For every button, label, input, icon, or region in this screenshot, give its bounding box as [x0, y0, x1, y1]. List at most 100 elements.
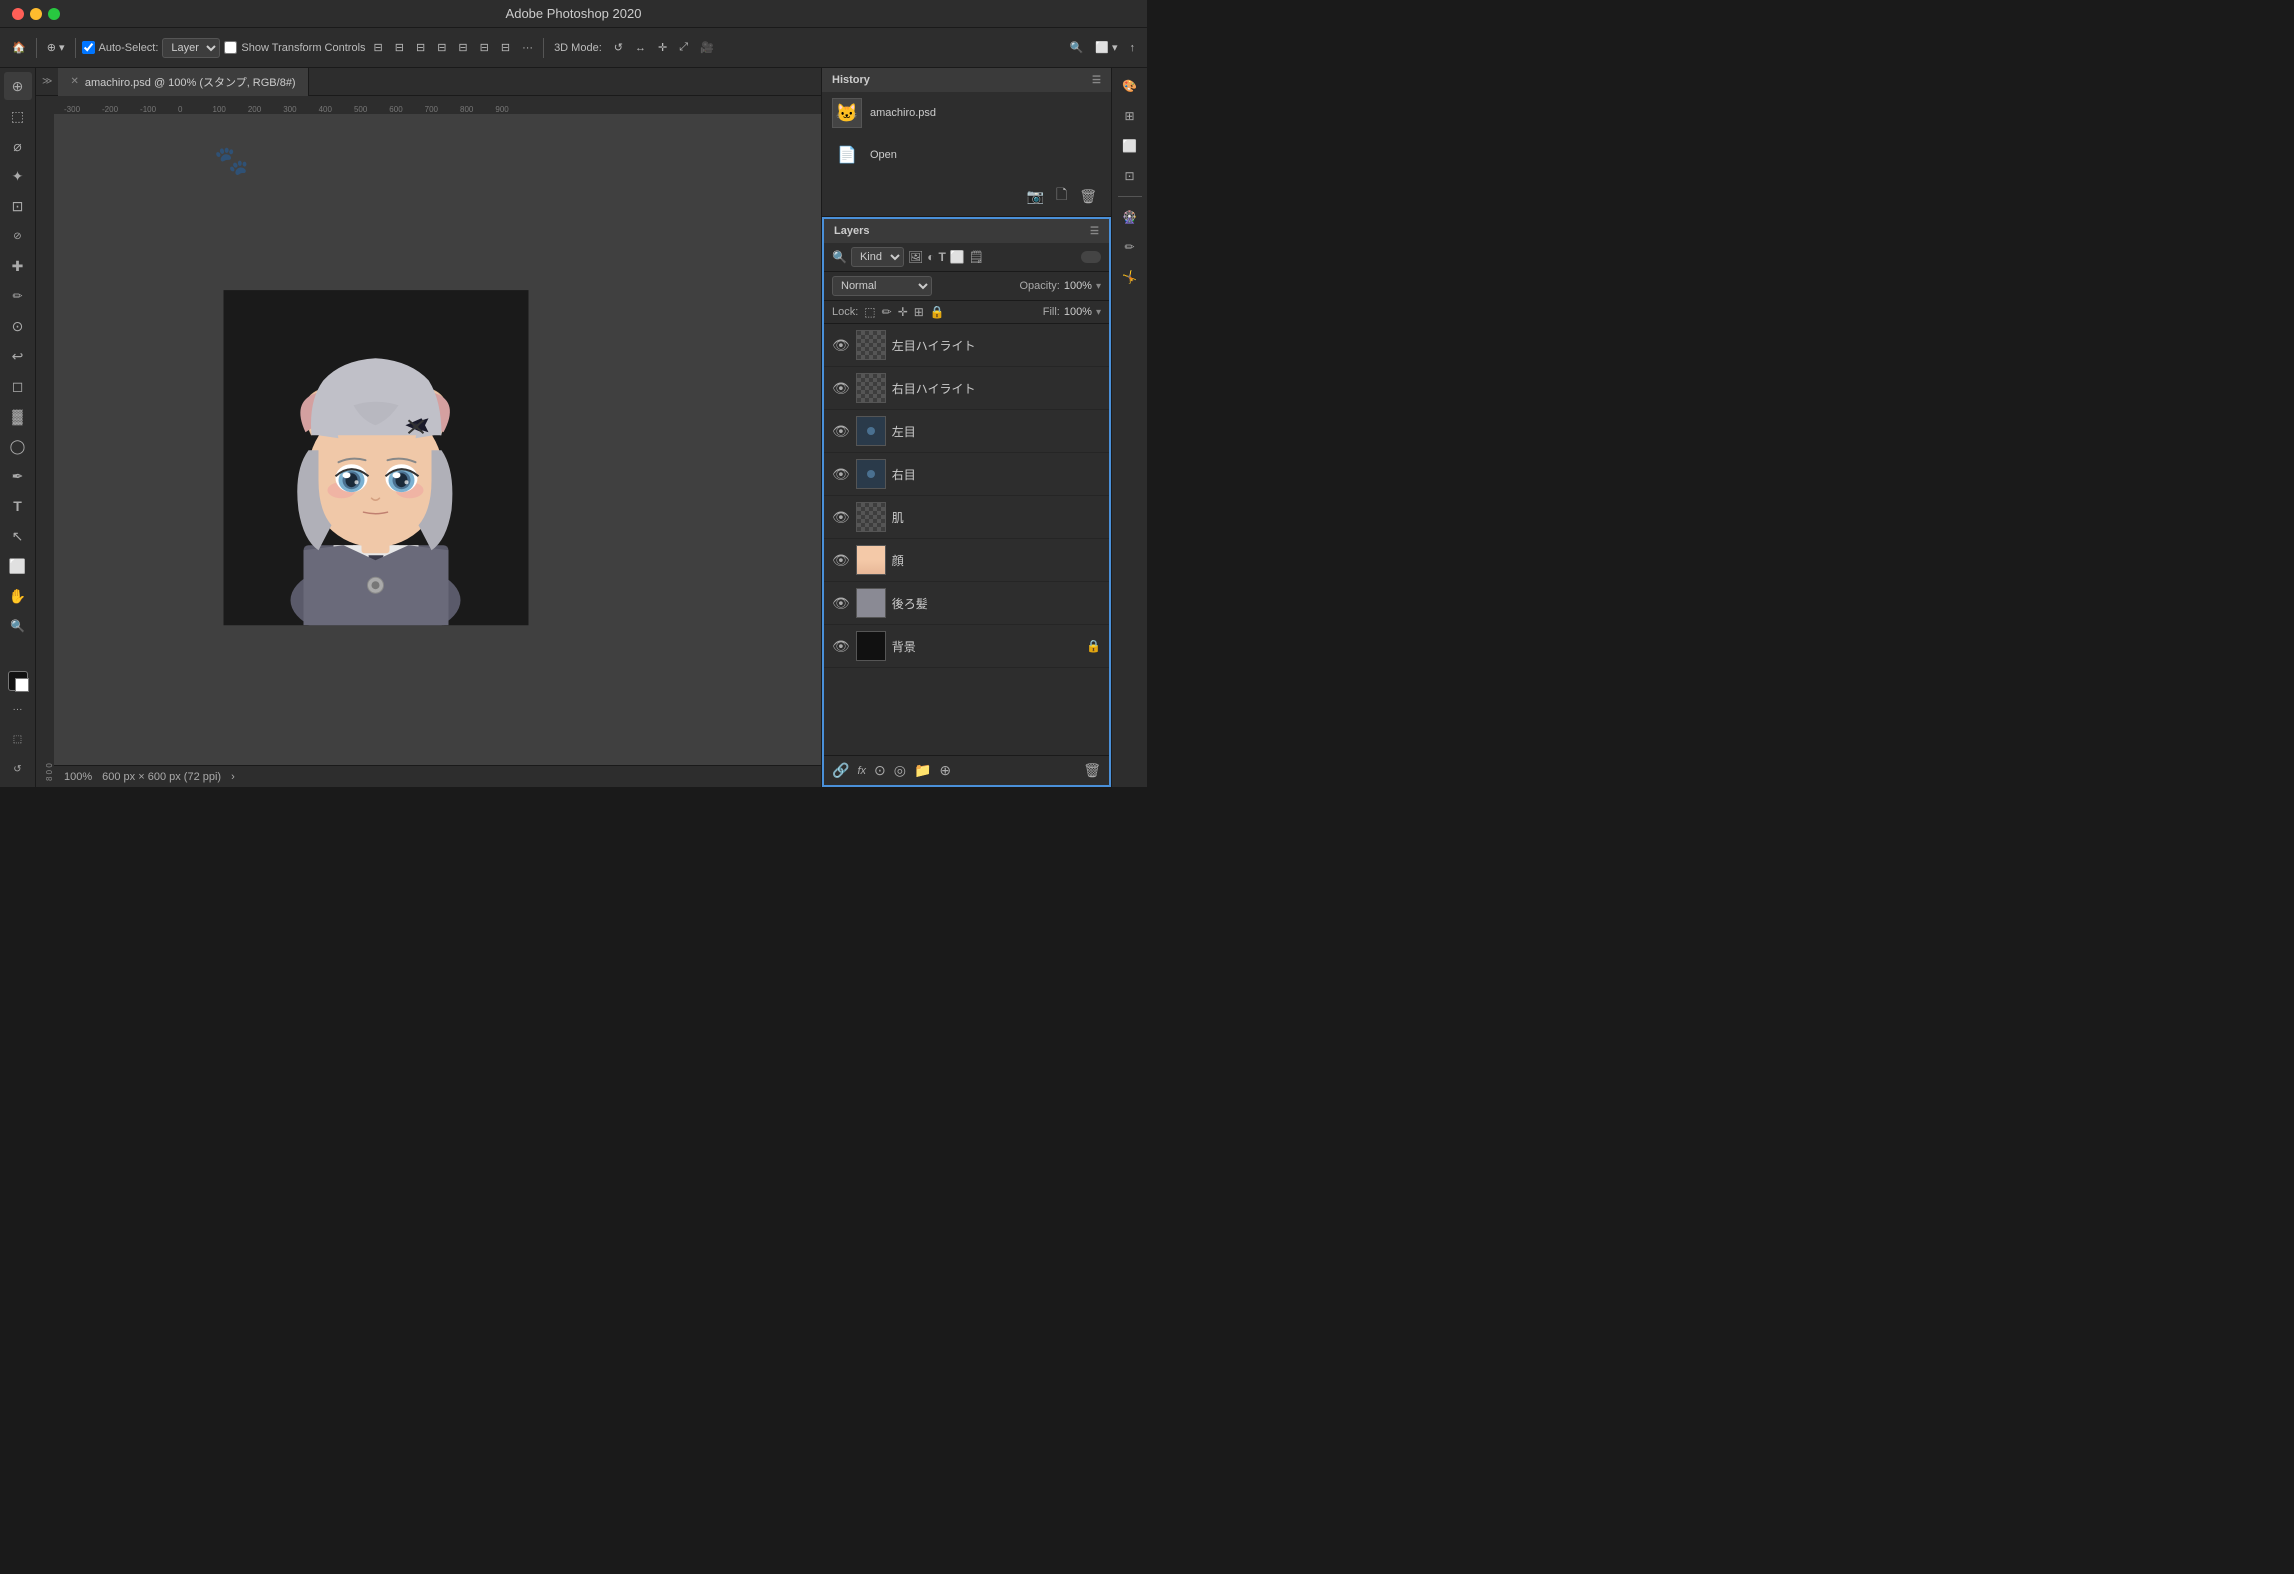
layer-item-3[interactable]: 👁 右目 [824, 453, 1109, 496]
layer-item-2[interactable]: 👁 左目 [824, 410, 1109, 453]
align-left-button[interactable]: ⊟ [370, 39, 387, 56]
blend-mode-select[interactable]: Normal [832, 276, 932, 296]
home-button[interactable]: 🏠 [8, 39, 30, 56]
filter-shape-icon[interactable]: ⬜ [950, 250, 965, 264]
lock-pixels-icon[interactable]: ⬚ [864, 305, 875, 319]
layer-visibility-3[interactable]: 👁 [832, 466, 850, 483]
arrow-button[interactable]: › [231, 771, 235, 783]
clone-stamp-tool[interactable]: ⊙ [4, 312, 32, 340]
panel-collapse-left[interactable]: ≫ [36, 76, 58, 87]
tab-close-button[interactable]: ✕ [70, 76, 78, 87]
minimize-button[interactable] [30, 8, 42, 20]
search-button[interactable]: 🔍 [1066, 39, 1088, 56]
3d-orbit-button[interactable]: ↺ [610, 39, 627, 56]
swatches-icon[interactable]: 🎨 [1116, 72, 1144, 100]
puppet-warp-icon[interactable]: 🤸 [1116, 263, 1144, 291]
marquee-tool[interactable]: ⬚ [4, 102, 32, 130]
heal-tool[interactable]: ✚ [4, 252, 32, 280]
fx-button[interactable]: fx [857, 765, 866, 777]
brush-preset-icon[interactable]: ✏ [1116, 233, 1144, 261]
transform-controls-checkbox[interactable] [224, 41, 237, 54]
filter-adjust-icon[interactable]: ◐ [927, 250, 934, 264]
lock-all-icon[interactable]: 🔒 [930, 305, 945, 319]
adjustments-icon[interactable]: ⊡ [1116, 162, 1144, 190]
layer-item-4[interactable]: 👁 肌 [824, 496, 1109, 539]
dodge-tool[interactable]: ◯ [4, 432, 32, 460]
layer-item-0[interactable]: 👁 左目ハイライト [824, 324, 1109, 367]
maximize-button[interactable] [48, 8, 60, 20]
layer-visibility-1[interactable]: 👁 [832, 380, 850, 397]
align-middle-button[interactable]: ⊟ [454, 39, 471, 56]
3d-pan-button[interactable]: ↔ [631, 40, 650, 56]
layer-item-6[interactable]: 👁 後ろ髪 [824, 582, 1109, 625]
grid-icon[interactable]: ⊞ [1116, 102, 1144, 130]
close-button[interactable] [12, 8, 24, 20]
more-options-button[interactable]: ··· [518, 40, 537, 56]
history-item-open[interactable]: 📄 Open [822, 134, 1111, 176]
new-doc-from-state-button[interactable]: 🗋 [1052, 182, 1071, 210]
share-button[interactable]: ↑ [1126, 40, 1140, 56]
auto-select-label[interactable]: Auto-Select: [82, 41, 159, 54]
path-selection-tool[interactable]: ↖ [4, 522, 32, 550]
hand-tool[interactable]: ✋ [4, 582, 32, 610]
3d-move-button[interactable]: ✛ [654, 39, 671, 56]
adjustment-layer-button[interactable]: ◎ [894, 762, 906, 779]
link-layers-button[interactable]: 🔗 [832, 762, 849, 779]
align-bottom-button[interactable]: ⊟ [476, 39, 493, 56]
new-snapshot-button[interactable]: 📷 [1023, 186, 1048, 207]
shape-tool[interactable]: ⬜ [4, 552, 32, 580]
rotate-view-button[interactable]: ↺ [4, 755, 32, 783]
crop-tool[interactable]: ⊡ [4, 192, 32, 220]
filter-pixel-icon[interactable]: 🖼 [908, 250, 923, 264]
filter-type-icon[interactable]: T [938, 250, 945, 264]
align-top-button[interactable]: ⊟ [433, 39, 450, 56]
traffic-lights[interactable] [12, 8, 60, 20]
fill-value[interactable]: 100% [1064, 306, 1092, 318]
layer-select[interactable]: Layer [162, 38, 220, 58]
add-mask-button[interactable]: ⊙ [874, 762, 886, 779]
align-center-button[interactable]: ⊟ [391, 39, 408, 56]
color-wheel-icon[interactable]: 🎡 [1116, 203, 1144, 231]
filter-smart-icon[interactable]: 🗒 [969, 250, 984, 264]
new-layer-button[interactable]: ⊕ [939, 762, 951, 779]
layer-visibility-5[interactable]: 👁 [832, 552, 850, 569]
layer-visibility-2[interactable]: 👁 [832, 423, 850, 440]
lock-artboards-icon[interactable]: ✛ [898, 305, 908, 319]
opacity-value[interactable]: 100% [1064, 280, 1092, 292]
more-tools-button[interactable]: ··· [4, 695, 32, 723]
history-item-file[interactable]: 🐱 amachiro.psd [822, 92, 1111, 134]
align-right-button[interactable]: ⊟ [412, 39, 429, 56]
delete-state-button[interactable]: 🗑 [1075, 186, 1101, 207]
auto-select-checkbox[interactable] [82, 41, 95, 54]
type-tool[interactable]: T [4, 492, 32, 520]
history-brush-tool[interactable]: ↩ [4, 342, 32, 370]
3d-scale-button[interactable]: ⤢ [675, 39, 692, 56]
move-tool-button[interactable]: ⊕ ▾ [43, 39, 69, 56]
group-layers-button[interactable]: 📁 [914, 762, 931, 779]
workspace-button[interactable]: ⬜ ▾ [1091, 39, 1121, 56]
eraser-tool[interactable]: ◻ [4, 372, 32, 400]
filter-kind-select[interactable]: Kind [851, 247, 904, 267]
layer-visibility-6[interactable]: 👁 [832, 595, 850, 612]
lock-position-icon[interactable]: ✏ [882, 305, 892, 319]
frame-icon[interactable]: ⬜ [1116, 132, 1144, 160]
move-tool[interactable]: ⊕ [4, 72, 32, 100]
transform-controls-label[interactable]: Show Transform Controls [224, 41, 365, 54]
zoom-tool[interactable]: 🔍 [4, 612, 32, 640]
magic-wand-tool[interactable]: ✦ [4, 162, 32, 190]
history-menu-icon[interactable]: ☰ [1092, 75, 1101, 86]
layer-item-1[interactable]: 👁 右目ハイライト [824, 367, 1109, 410]
layer-item-5[interactable]: 👁 顔 [824, 539, 1109, 582]
filter-toggle[interactable] [1081, 251, 1101, 263]
gradient-tool[interactable]: ▓ [4, 402, 32, 430]
lasso-tool[interactable]: ⌀ [4, 132, 32, 160]
distribute-button[interactable]: ⊟ [497, 39, 514, 56]
layer-visibility-4[interactable]: 👁 [832, 509, 850, 526]
brush-tool[interactable]: ✏ [4, 282, 32, 310]
canvas-view-button[interactable]: ⬚ [4, 725, 32, 753]
lock-transform-icon[interactable]: ⊞ [914, 305, 924, 319]
pen-tool[interactable]: ✒ [4, 462, 32, 490]
layer-item-7[interactable]: 👁 背景 🔒 [824, 625, 1109, 668]
document-tab[interactable]: ✕ amachiro.psd @ 100% (スタンプ, RGB/8#) [58, 68, 308, 96]
3d-camera-button[interactable]: 🎥 [696, 39, 718, 56]
